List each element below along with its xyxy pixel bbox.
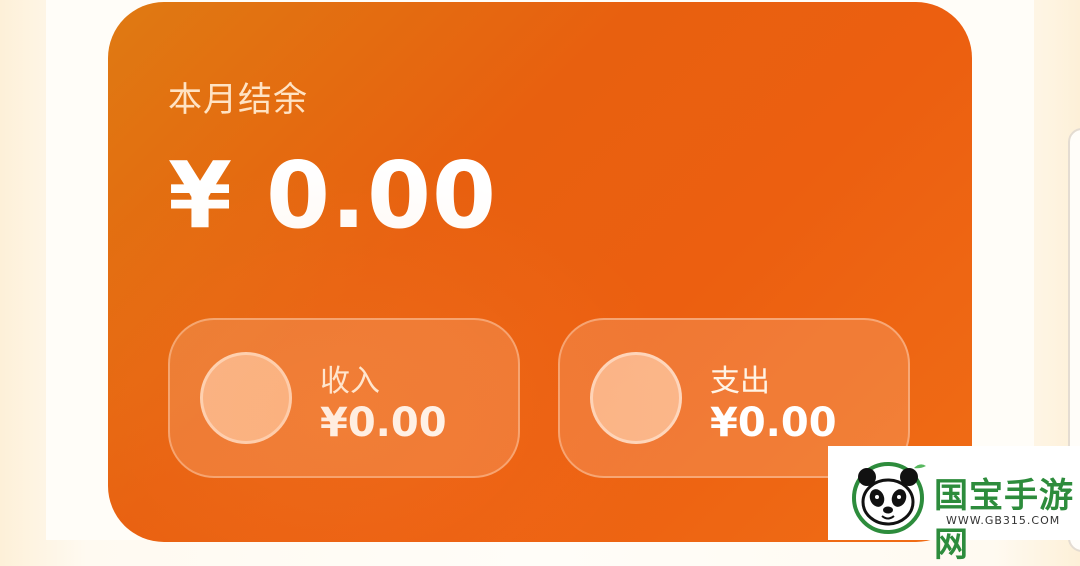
income-summary-button[interactable]: 收入 ¥0.00 — [168, 318, 520, 478]
income-title: 收入 — [320, 364, 380, 399]
income-value: ¥0.00 — [320, 400, 447, 446]
expense-value: ¥0.00 — [710, 400, 837, 446]
watermark-logo: 国宝手游网 WWW.GB315.COM — [828, 446, 1080, 565]
balance-amount: ¥ 0.00 — [168, 142, 498, 249]
expense-title: 支出 — [710, 364, 770, 399]
card-label: 本月结余 — [168, 80, 308, 120]
expense-icon — [590, 352, 682, 444]
income-icon — [200, 352, 292, 444]
panda-logo-icon — [852, 462, 926, 534]
watermark-url: WWW.GB315.COM — [946, 514, 1061, 527]
